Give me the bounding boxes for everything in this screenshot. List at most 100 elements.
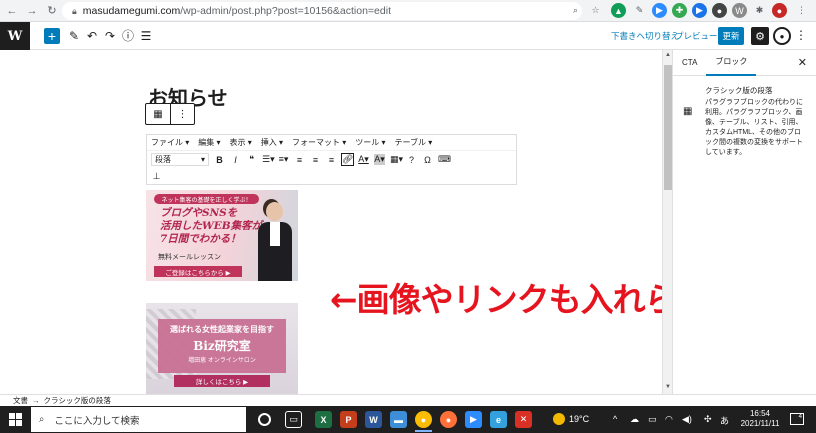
puzzle-green-icon[interactable]: ✚ [672, 3, 687, 18]
preview-button[interactable]: プレビュー [675, 30, 718, 42]
scroll-down-icon[interactable]: ▼ [664, 384, 672, 392]
weather-widget[interactable]: 19°C [553, 413, 589, 425]
align-left-icon[interactable]: ≡ [294, 155, 305, 165]
tools-pen-icon[interactable]: ✎ [67, 28, 81, 44]
file-explorer-icon[interactable]: ▬ [390, 411, 407, 428]
plugin-circle-icon[interactable]: ● [773, 27, 791, 45]
firefox-icon[interactable]: ● [440, 411, 457, 428]
menu-file[interactable]: ファイル ▾ [151, 137, 189, 148]
back-icon[interactable]: ← [4, 3, 20, 19]
cloud-icon[interactable]: ☁ [630, 414, 639, 425]
banner1-person-photo [256, 198, 294, 281]
switch-to-draft-button[interactable]: 下書きへ切り替え [611, 30, 679, 42]
special-char-icon[interactable]: Ω [422, 155, 433, 165]
menu-tools[interactable]: ツール ▾ [355, 137, 385, 148]
settings-gear-icon[interactable]: ⚙ [751, 27, 769, 45]
block-options-icon[interactable]: ⋮ [170, 104, 194, 124]
drive-icon[interactable]: ▲ [611, 3, 626, 18]
tab-block[interactable]: ブロック [706, 50, 757, 76]
update-button[interactable]: 更新 [718, 27, 744, 45]
banner2-panel: 選ばれる女性起業家を目指す Biz研究室 増田恵 オンラインサロン [158, 319, 286, 373]
taskbar-clock[interactable]: 16:54 2021/11/11 [738, 409, 782, 429]
background-color-icon[interactable]: A▾ [374, 154, 385, 165]
redo-icon[interactable]: ↷ [103, 28, 117, 44]
more-options-icon[interactable]: ⋮ [795, 28, 807, 42]
bullet-list-icon[interactable]: ☰▾ [262, 154, 275, 165]
numbered-list-icon[interactable]: ≡▾ [278, 154, 289, 165]
info-icon[interactable]: ⓘ [121, 28, 135, 44]
undo-icon[interactable]: ↶ [85, 28, 99, 44]
taskbar-search-placeholder: ここに入力して検索 [54, 415, 140, 427]
zoom-icon[interactable]: ⌕ [568, 3, 583, 18]
taskbar-search[interactable]: ⌕ ここに入力して検索 [31, 407, 246, 432]
wordpress-logo-icon[interactable]: W [0, 22, 30, 50]
menu-format[interactable]: フォーマット ▾ [292, 137, 346, 148]
link-icon[interactable]: 🔗︎ [341, 153, 354, 166]
powerpoint-icon[interactable]: P [340, 411, 357, 428]
chrome-menu-icon[interactable]: ⋮ [794, 3, 809, 18]
menu-view[interactable]: 表示 ▾ [230, 137, 252, 148]
chevron-down-icon: ▾ [200, 155, 205, 164]
block-toolbar: ▦ ⋮ [145, 103, 195, 125]
zoom-ext-icon[interactable]: ▶ [652, 3, 667, 18]
annotation-text: ←画像やリンクも入れられます [330, 280, 662, 319]
format-select-value: 段落 [155, 155, 171, 164]
classic-block-card-icon: ▦ [683, 106, 693, 117]
dark-ext-icon[interactable]: ● [712, 3, 727, 18]
scroll-up-icon[interactable]: ▲ [664, 52, 672, 60]
editor-scrollbar[interactable]: ▲ ▼ [662, 50, 672, 394]
align-right-icon[interactable]: ≡ [326, 155, 337, 165]
classic-block-icon[interactable]: ▦ [146, 104, 170, 124]
profile-avatar-icon[interactable]: ● [772, 3, 787, 18]
close-icon[interactable]: ✕ [798, 56, 807, 69]
table-icon[interactable]: ▦▾ [390, 154, 403, 165]
monitor-icon[interactable]: ▭ [648, 414, 657, 425]
bold-icon[interactable]: B [214, 155, 225, 165]
address-bar[interactable]: 🔒︎ masudamegumi.com/wp-admin/post.php?po… [62, 2, 582, 20]
help-icon[interactable]: ? [406, 155, 417, 165]
format-select[interactable]: 段落 ▾ [151, 153, 209, 166]
edge-icon[interactable]: e [490, 411, 507, 428]
zoom-app-icon[interactable]: ▶ [465, 411, 482, 428]
breadcrumb-current[interactable]: クラシック版の段落 [44, 395, 111, 406]
blockquote-icon[interactable]: ❝ [246, 154, 257, 165]
banner-image-web-marketing[interactable]: ネット集客の基礎を正しく学ぶ！ ブログやSNSを 活用したWEB集客が 7日間で… [146, 190, 298, 281]
align-center-icon[interactable]: ≡ [310, 155, 321, 165]
wifi-icon[interactable]: ◠ [665, 414, 673, 425]
tab-cta[interactable]: CTA [673, 50, 706, 76]
url-host: masudamegumi.com [82, 5, 181, 17]
blue-ext-icon[interactable]: ▶ [692, 3, 707, 18]
excel-icon[interactable]: X [315, 411, 332, 428]
windows-start-icon[interactable] [9, 413, 22, 426]
task-view-icon[interactable]: ▭ [285, 411, 302, 428]
banner-image-biz-lab[interactable]: 選ばれる女性起業家を目指す Biz研究室 増田恵 オンラインサロン 詳しくはこち… [146, 303, 298, 394]
stamp-icon[interactable]: ⊥ [151, 171, 162, 182]
tray-chevron-icon[interactable]: ^ [613, 414, 617, 424]
bookmark-star-icon[interactable]: ☆ [588, 3, 603, 18]
text-color-icon[interactable]: A▾ [358, 154, 369, 165]
list-view-icon[interactable]: ☰ [139, 28, 153, 44]
notification-center-icon[interactable]: 4 [790, 413, 804, 425]
ime-indicator[interactable]: あ [720, 414, 729, 427]
italic-icon[interactable]: I [230, 155, 241, 165]
breadcrumb-root[interactable]: 文書 [13, 395, 28, 406]
volume-icon[interactable]: ◀) [682, 414, 692, 425]
banner2-line3: 増田恵 オンラインサロン [188, 358, 256, 364]
keyboard-icon[interactable]: ⌨ [438, 154, 451, 165]
menu-insert[interactable]: 挿入 ▾ [261, 137, 283, 148]
xmind-icon[interactable]: ✕ [515, 411, 532, 428]
word-icon[interactable]: W [365, 411, 382, 428]
forward-icon[interactable]: → [24, 3, 40, 19]
menu-edit[interactable]: 編集 ▾ [198, 137, 220, 148]
reload-icon[interactable]: ↻ [44, 3, 60, 19]
extensions-puzzle-icon[interactable]: ✱ [752, 3, 767, 18]
menu-table[interactable]: テーブル ▾ [395, 137, 433, 148]
scroll-thumb[interactable] [664, 65, 672, 190]
add-block-button[interactable]: + [44, 28, 60, 44]
eyedropper-icon[interactable]: ✎ [632, 3, 647, 18]
cortana-icon[interactable] [258, 413, 271, 426]
search-icon: ⌕ [39, 414, 45, 425]
keyboard-tray-icon[interactable]: ✣ [704, 414, 712, 425]
chrome-icon[interactable]: ● [415, 411, 432, 428]
wordpress-ext-icon[interactable]: W [732, 3, 747, 18]
